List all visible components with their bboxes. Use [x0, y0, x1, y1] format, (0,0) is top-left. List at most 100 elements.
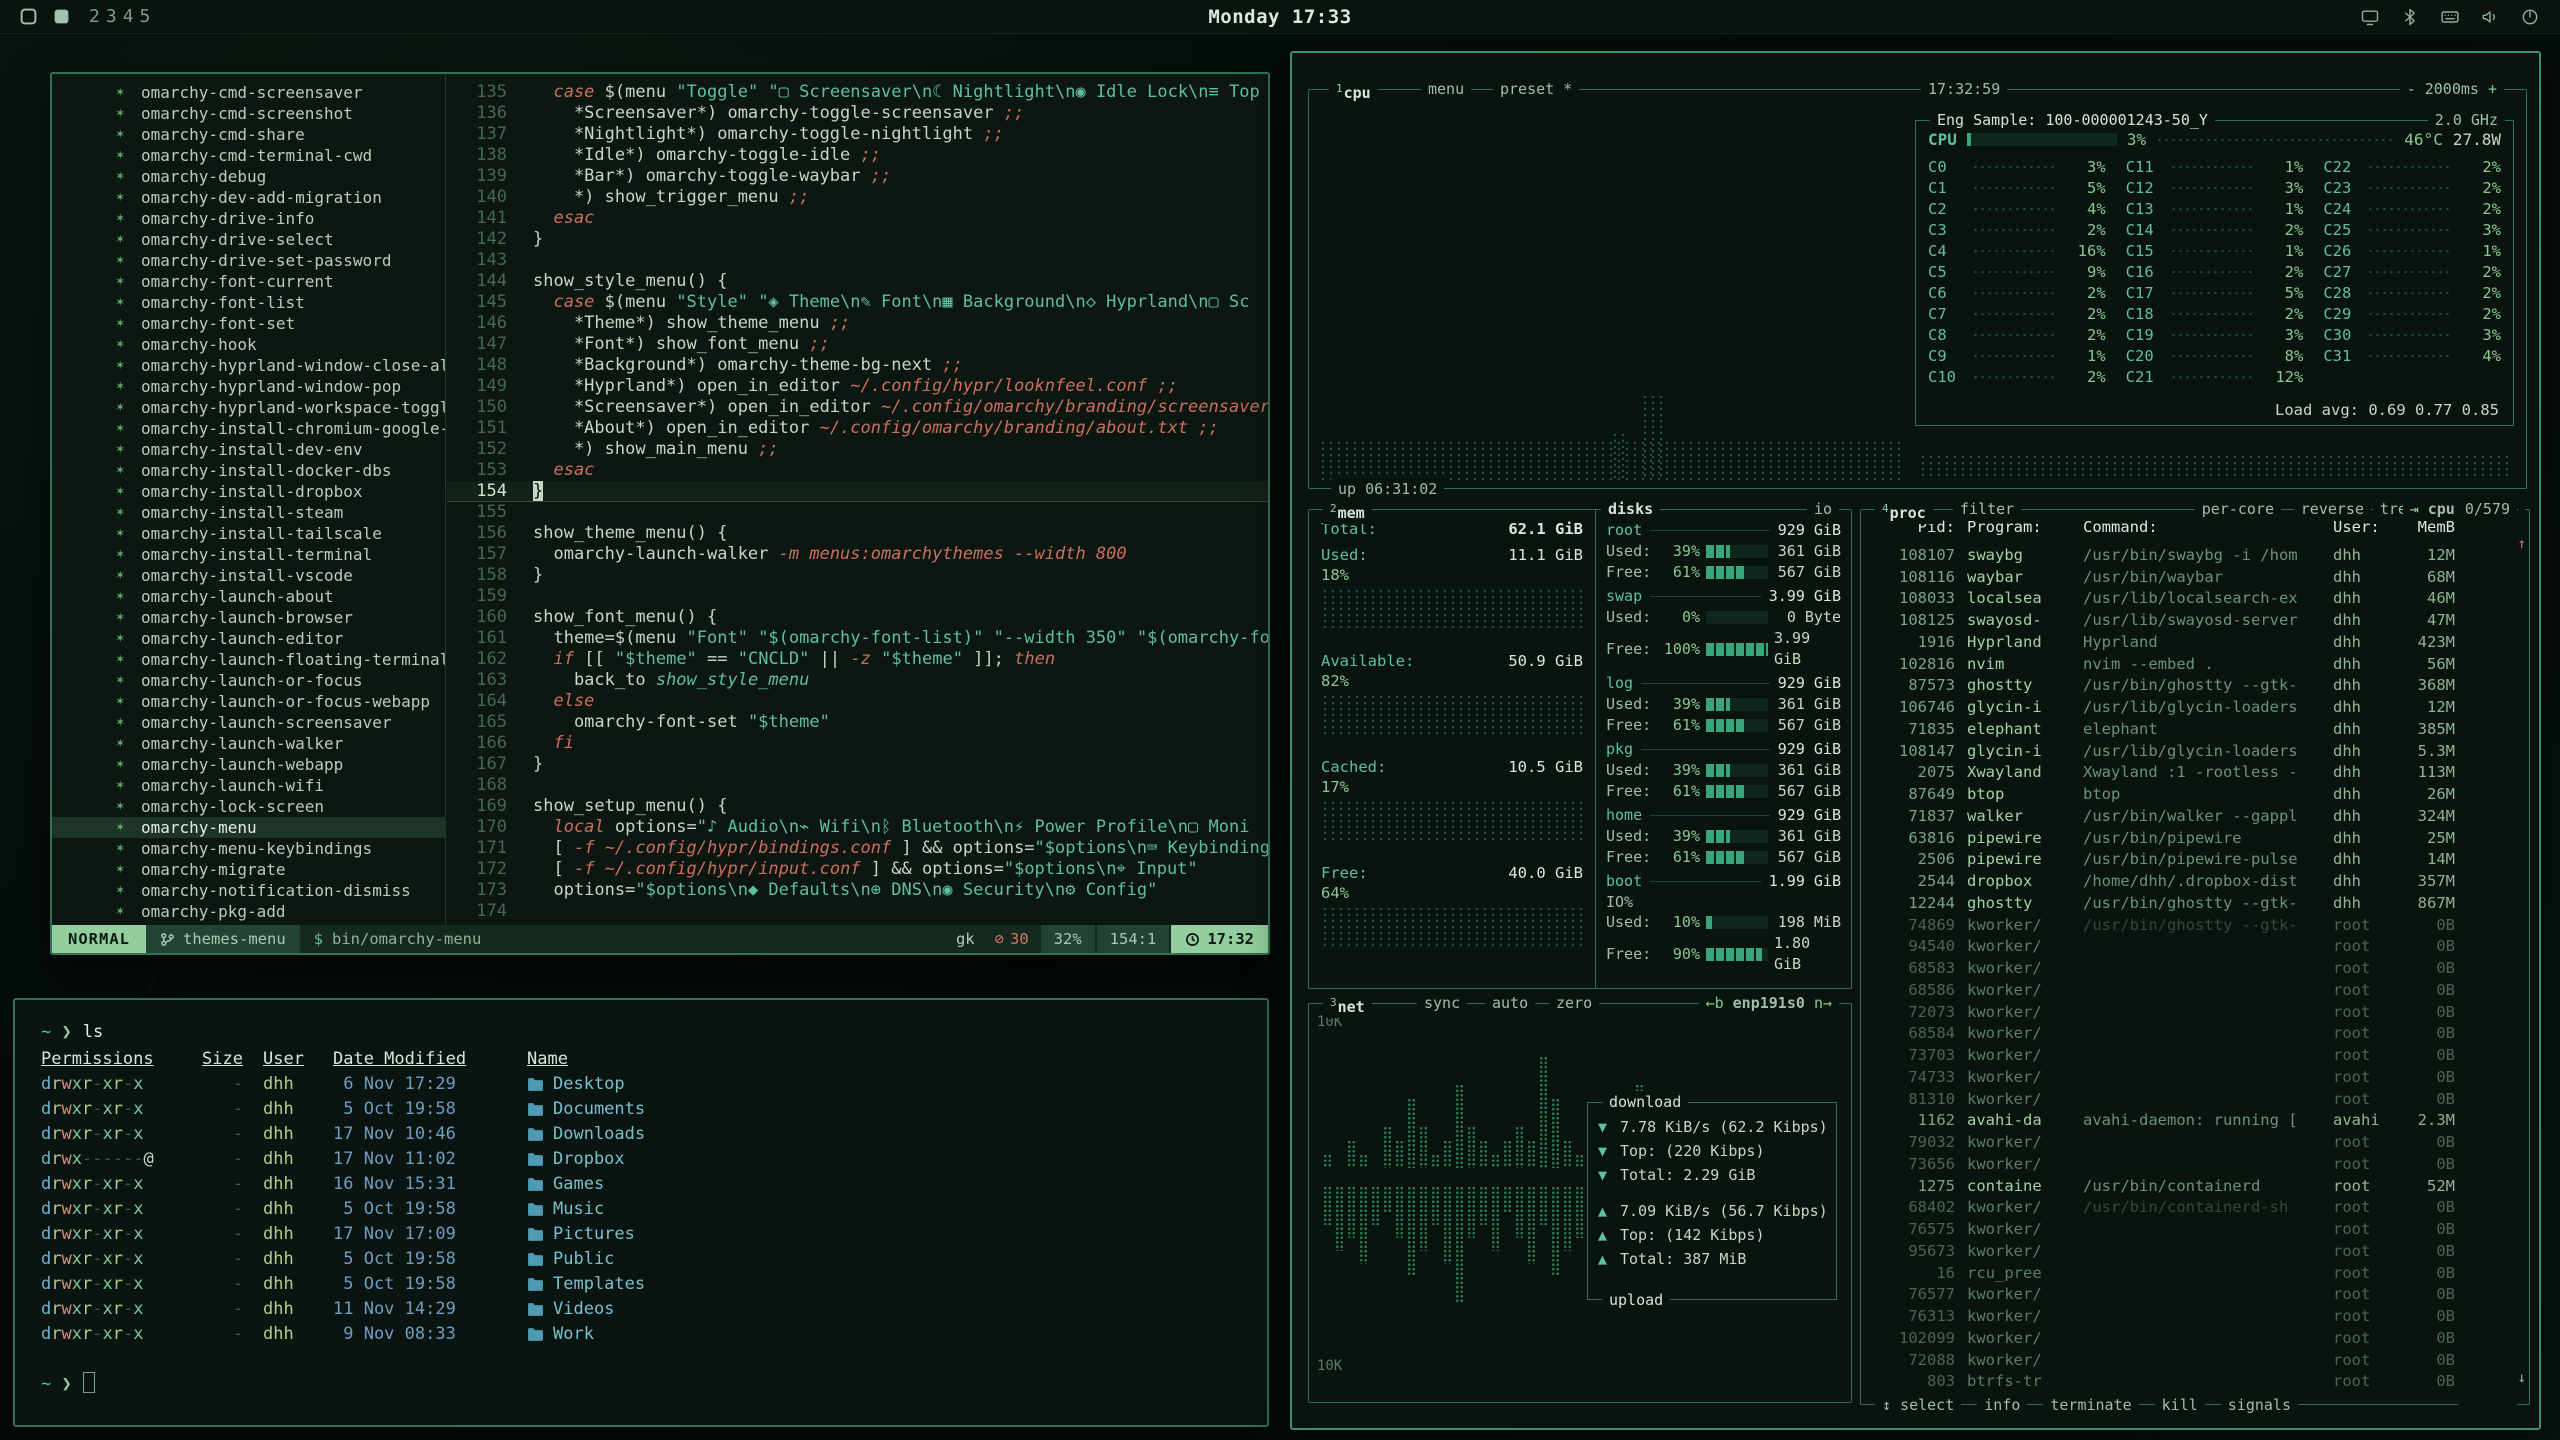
- file-tree-item[interactable]: ✶omarchy-launch-webapp: [52, 754, 445, 775]
- file-tree-item[interactable]: ✶omarchy-launch-or-focus: [52, 670, 445, 691]
- file-tree-item[interactable]: ✶omarchy-font-set: [52, 313, 445, 334]
- code-line[interactable]: 163 back_to show_style_menu: [447, 670, 1268, 691]
- process-row[interactable]: 72073kworker/root0B0.0: [1871, 1001, 2519, 1023]
- workspace-2[interactable]: 2: [86, 6, 103, 27]
- code-line[interactable]: 150 *Screensaver*) open_in_editor ~/.con…: [447, 397, 1268, 418]
- proc-button-info[interactable]: info: [1977, 1394, 2027, 1416]
- file-tree-item[interactable]: ✶omarchy-launch-walker: [52, 733, 445, 754]
- file-tree-item[interactable]: ✶omarchy-launch-about: [52, 586, 445, 607]
- code-line[interactable]: 156show_theme_menu() {: [447, 523, 1268, 544]
- process-row[interactable]: 68583kworker/root0B0.0: [1871, 957, 2519, 979]
- file-tree-item[interactable]: ✶omarchy-hook: [52, 334, 445, 355]
- process-row[interactable]: 68402kworker//usr/bin/containerd-shroot0…: [1871, 1197, 2519, 1219]
- screencast-icon[interactable]: [2360, 7, 2380, 27]
- terminal-window[interactable]: ~ ❯ls PermissionsSizeUserDate ModifiedNa…: [13, 998, 1269, 1427]
- file-tree-item[interactable]: ✶omarchy-cmd-share: [52, 124, 445, 145]
- process-row[interactable]: 106746glycin-i/usr/lib/glycin-loadersdhh…: [1871, 696, 2519, 718]
- workspace-active-icon[interactable]: [20, 8, 37, 25]
- preset-button[interactable]: preset *: [1493, 78, 1579, 100]
- code-line[interactable]: 171 [ -f ~/.config/hypr/bindings.conf ] …: [447, 838, 1268, 859]
- io-toggle[interactable]: io: [1807, 498, 1839, 520]
- code-area[interactable]: 135 case $(menu "Toggle" "▢ Screensaver\…: [447, 82, 1268, 925]
- process-row[interactable]: 76313kworker/root0B0.0: [1871, 1305, 2519, 1327]
- file-tree-item[interactable]: ✶omarchy-launch-or-focus-webapp: [52, 691, 445, 712]
- power-icon[interactable]: [2520, 7, 2540, 27]
- process-row[interactable]: 108147glycin-i/usr/lib/glycin-loadersdhh…: [1871, 740, 2519, 762]
- sort-prev[interactable]: ⇥: [2410, 500, 2419, 518]
- file-tree-item[interactable]: ✶omarchy-drive-set-password: [52, 250, 445, 271]
- file-tree-item[interactable]: ✶omarchy-install-vscode: [52, 565, 445, 586]
- code-line[interactable]: 172 [ -f ~/.config/hypr/input.conf ] && …: [447, 859, 1268, 880]
- code-line[interactable]: 136 *Screensaver*) omarchy-toggle-screen…: [447, 103, 1268, 124]
- code-line[interactable]: 159: [447, 586, 1268, 607]
- file-tree-item[interactable]: ✶omarchy-launch-floating-terminal-: [52, 649, 445, 670]
- process-row[interactable]: 108125swayosd-/usr/lib/swayosd-serverdhh…: [1871, 609, 2519, 631]
- file-tree-item[interactable]: ✶omarchy-migrate: [52, 859, 445, 880]
- iface-prev[interactable]: ←b: [1706, 994, 1724, 1012]
- file-tree-item[interactable]: ✶omarchy-hyprland-workspace-toggle: [52, 397, 445, 418]
- code-line[interactable]: 166 fi: [447, 733, 1268, 754]
- process-row[interactable]: 73703kworker/root0B0.0: [1871, 1044, 2519, 1066]
- proc-column-header[interactable]: MemB: [2397, 518, 2455, 536]
- process-row[interactable]: 2506pipewire/usr/bin/pipewire-pulsedhh14…: [1871, 849, 2519, 871]
- file-tree-item[interactable]: ✶omarchy-launch-editor: [52, 628, 445, 649]
- process-row[interactable]: 2075XwaylandXwayland :1 -rootless -dhh11…: [1871, 762, 2519, 784]
- file-tree-item[interactable]: ✶omarchy-install-terminal: [52, 544, 445, 565]
- file-tree-item[interactable]: ✶omarchy-launch-wifi: [52, 775, 445, 796]
- iface-next[interactable]: n→: [1814, 994, 1832, 1012]
- code-line[interactable]: 170 local options="♪ Audio\n⌁ Wifi\nᛒ Bl…: [447, 817, 1268, 838]
- code-line[interactable]: 151 *About*) open_in_editor ~/.config/om…: [447, 418, 1268, 439]
- proc-panel-title[interactable]: 4proc: [1875, 498, 1933, 524]
- code-line[interactable]: 137 *Nightlight*) omarchy-toggle-nightli…: [447, 124, 1268, 145]
- menu-button[interactable]: menu: [1421, 78, 1471, 100]
- mem-panel-title[interactable]: 2mem: [1323, 498, 1372, 524]
- code-line[interactable]: 153 esac: [447, 460, 1268, 481]
- proc-button-kill[interactable]: kill: [2155, 1394, 2205, 1416]
- file-tree-item[interactable]: ✶omarchy-install-tailscale: [52, 523, 445, 544]
- code-line[interactable]: 148 *Background*) omarchy-theme-bg-next …: [447, 355, 1268, 376]
- code-line[interactable]: 135 case $(menu "Toggle" "▢ Screensaver\…: [447, 82, 1268, 103]
- file-tree-item[interactable]: ✶omarchy-install-chromium-google-a: [52, 418, 445, 439]
- file-tree-item[interactable]: ✶omarchy-cmd-terminal-cwd: [52, 145, 445, 166]
- process-row[interactable]: 94540kworker/root0B0.0: [1871, 936, 2519, 958]
- file-tree-item[interactable]: ✶omarchy-hyprland-window-close-all: [52, 355, 445, 376]
- code-line[interactable]: 138 *Idle*) omarchy-toggle-idle ;;: [447, 145, 1268, 166]
- keyboard-icon[interactable]: [2440, 7, 2460, 27]
- process-row[interactable]: 12244ghostty/usr/bin/ghostty --gtk-dhh86…: [1871, 892, 2519, 914]
- process-row[interactable]: 1162avahi-daavahi-daemon: running [avahi…: [1871, 1110, 2519, 1132]
- process-row[interactable]: 73656kworker/root0B0.0: [1871, 1153, 2519, 1175]
- code-line[interactable]: 147 *Font*) show_font_menu ;;: [447, 334, 1268, 355]
- file-tree-item[interactable]: ✶omarchy-cmd-screenshot: [52, 103, 445, 124]
- process-row[interactable]: 68584kworker/root0B0.0: [1871, 1023, 2519, 1045]
- file-tree-item[interactable]: ✶omarchy-font-list: [52, 292, 445, 313]
- update-interval[interactable]: - 2000ms +: [2400, 78, 2504, 100]
- process-row[interactable]: 16rcu_preeroot0B0.0: [1871, 1262, 2519, 1284]
- process-row[interactable]: 79032kworker/root0B0.0: [1871, 1131, 2519, 1153]
- reverse-toggle[interactable]: reverse: [2294, 498, 2371, 520]
- proc-column-header[interactable]: Command:: [2083, 518, 2333, 536]
- process-row[interactable]: 74869kworker//usr/bin/ghostty --gtk-root…: [1871, 914, 2519, 936]
- file-tree-item[interactable]: ✶omarchy-launch-browser: [52, 607, 445, 628]
- process-row[interactable]: 102099kworker/root0B0.0: [1871, 1327, 2519, 1349]
- interval-decrease[interactable]: -: [2407, 80, 2416, 98]
- scroll-down-indicator[interactable]: ↓: [2518, 1370, 2526, 1386]
- file-tree-item[interactable]: ✶omarchy-cmd-screensaver: [52, 82, 445, 103]
- proc-button-select[interactable]: ↕ select: [1875, 1394, 1961, 1416]
- code-line[interactable]: 149 *Hyprland*) open_in_editor ~/.config…: [447, 376, 1268, 397]
- code-line[interactable]: 144show_style_menu() {: [447, 271, 1268, 292]
- process-row[interactable]: 102816nvimnvim --embed .dhh56M0.0: [1871, 653, 2519, 675]
- file-tree-item[interactable]: ✶omarchy-menu: [52, 817, 445, 838]
- per-core-toggle[interactable]: per-core: [2195, 498, 2281, 520]
- process-row[interactable]: 68586kworker/root0B0.0: [1871, 979, 2519, 1001]
- prompt-line-2[interactable]: ~ ❯: [41, 1372, 1241, 1397]
- code-line[interactable]: 139 *Bar*) omarchy-toggle-waybar ;;: [447, 166, 1268, 187]
- interval-increase[interactable]: +: [2488, 80, 2497, 98]
- process-row[interactable]: 71835elephantelephantdhh385M0.0: [1871, 718, 2519, 740]
- workspace-3[interactable]: 3: [103, 6, 120, 27]
- file-tree-item[interactable]: ✶omarchy-font-current: [52, 271, 445, 292]
- process-row[interactable]: 76575kworker/root0B0.0: [1871, 1218, 2519, 1240]
- process-row[interactable]: 72088kworker/root0B0.0: [1871, 1349, 2519, 1371]
- active-window-icon[interactable]: [53, 8, 70, 25]
- process-row[interactable]: 108116waybar/usr/bin/waybardhh68M0.0: [1871, 566, 2519, 588]
- code-line[interactable]: 146 *Theme*) show_theme_menu ;;: [447, 313, 1268, 334]
